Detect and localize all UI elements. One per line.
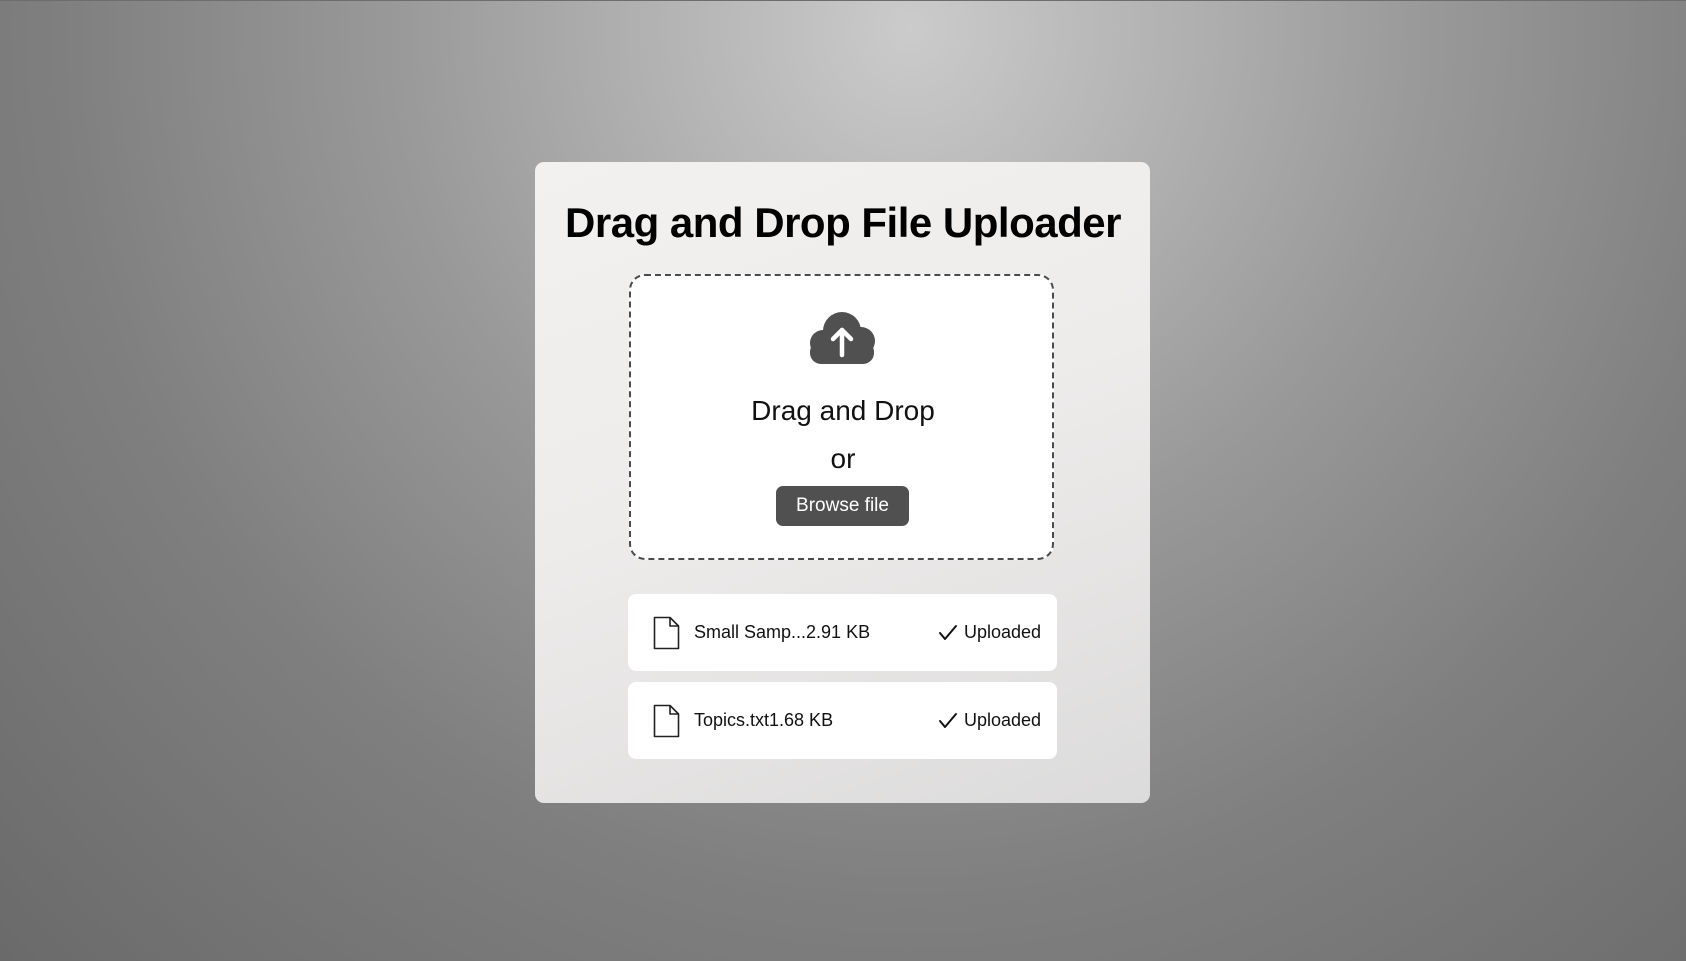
upload-status: Uploaded <box>964 710 1042 730</box>
page-title: Drag and Drop File Uploader <box>565 199 1121 246</box>
checkmark-icon <box>939 713 957 728</box>
or-text: or <box>830 443 856 474</box>
cloud-upload-icon <box>810 312 875 364</box>
file-list-item: Small Samp...2.91 KB Uploaded <box>628 594 1057 671</box>
file-name: Small Samp...2.91 KB <box>694 622 871 642</box>
upload-status: Uploaded <box>964 622 1042 642</box>
file-icon <box>653 616 680 650</box>
file-name: Topics.txt1.68 KB <box>694 710 834 730</box>
file-icon <box>653 704 680 738</box>
browse-file-button[interactable]: Browse file <box>776 486 909 526</box>
drag-and-drop-text: Drag and Drop <box>751 395 935 426</box>
file-list-item: Topics.txt1.68 KB Uploaded <box>628 682 1057 759</box>
top-border <box>0 0 1686 1</box>
checkmark-icon <box>939 625 957 640</box>
